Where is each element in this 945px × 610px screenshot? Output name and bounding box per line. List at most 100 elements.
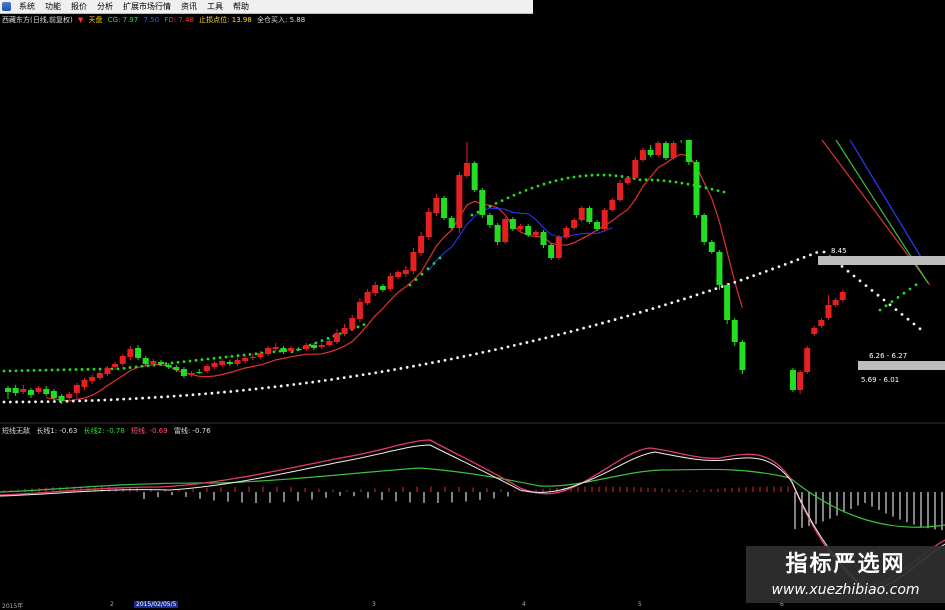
menu-item-tools[interactable]: 工具 (202, 0, 228, 13)
candle-body (173, 367, 180, 370)
candle-body (326, 341, 333, 345)
menu-item-news[interactable]: 资讯 (176, 0, 202, 13)
menu-item-help[interactable]: 帮助 (228, 0, 254, 13)
candle-body (832, 300, 839, 305)
watermark-url: www.xuezhibiao.com (771, 582, 920, 598)
support-dot-white (796, 258, 800, 262)
candle-body (73, 385, 80, 393)
menu-item-function[interactable]: 功能 (40, 0, 66, 13)
candle-body (811, 328, 818, 334)
support-dot-white (607, 319, 611, 323)
menu-item-system[interactable]: 系统 (14, 0, 40, 13)
support-dot-white (531, 339, 535, 343)
support-dot-white (260, 386, 264, 390)
support-dot-white (689, 295, 693, 299)
app-logo-icon (2, 2, 11, 11)
watermark-title: 指标严选网 (785, 552, 906, 577)
support-dot-green (686, 182, 690, 186)
candle-body (333, 333, 340, 342)
support-dot-green (68, 368, 72, 372)
support-dot-green (362, 323, 366, 327)
menu-item-analysis[interactable]: 分析 (92, 0, 118, 13)
candle-body (448, 218, 455, 228)
date-label-1: 2 (110, 601, 114, 608)
candle-body (5, 388, 11, 392)
candle-body (494, 225, 501, 242)
candle-body (617, 183, 623, 200)
price-label-2-text: 6.26 - 6.27 (869, 352, 908, 360)
candle-body (372, 285, 379, 293)
support-dot-green (620, 175, 624, 178)
indicator-name: 天盘 (88, 16, 103, 24)
chart-info-line: 西藏东方(日线,前复权) ▼ 天盘 CG: 7.97 7.50 FD: 7.48… (2, 15, 308, 25)
support-dot-green (20, 369, 24, 373)
support-dot-white (613, 318, 617, 321)
support-dot-white (336, 377, 340, 380)
menu-item-quote[interactable]: 报价 (66, 0, 92, 13)
price-band-box (818, 256, 945, 265)
support-dot-green (908, 287, 912, 291)
candle-body (318, 345, 325, 347)
support-dot-white (739, 278, 743, 282)
candle-body (647, 150, 654, 155)
support-dot-white (764, 269, 768, 273)
support-dot-green (230, 354, 234, 358)
support-dot-white (185, 393, 189, 397)
watermark: 指标严选网 www.xuezhibiao.com (746, 546, 945, 603)
support-dot-green (26, 369, 30, 372)
support-dot-white (538, 338, 541, 341)
support-dot-green (578, 174, 582, 178)
support-dot-white (449, 357, 453, 361)
date-label-4: 4 (522, 601, 526, 608)
support-dot-green (722, 190, 726, 194)
support-dot-white (116, 398, 119, 401)
candle-body (119, 356, 126, 364)
support-dot-white (876, 293, 880, 297)
support-dot-white (412, 364, 415, 368)
support-dot-green (80, 368, 84, 371)
support-dot-green (896, 296, 900, 299)
support-dot-green (560, 177, 564, 181)
candle-body (441, 198, 448, 218)
menu-item-extended-market[interactable]: 扩展市场行情 (118, 0, 176, 13)
candle-body (571, 220, 578, 228)
support-dot-green (200, 358, 204, 362)
support-dot-white (97, 398, 100, 402)
support-dot-green (566, 176, 570, 180)
support-dot-green (890, 300, 894, 303)
candle-body (502, 219, 509, 242)
support-dot-white (298, 382, 302, 386)
support-dot-green (518, 191, 522, 195)
support-dot-green (500, 199, 504, 203)
support-dot-white (286, 383, 289, 387)
support-dot-green (884, 304, 888, 308)
support-dot-white (594, 323, 598, 327)
candle-body (203, 366, 210, 371)
candle-body (678, 137, 684, 140)
candle-body (89, 377, 96, 381)
support-dot-white (103, 398, 107, 402)
candle-body (471, 163, 478, 190)
support-dot-white (670, 301, 674, 305)
arrow-down-icon: ▼ (77, 16, 84, 24)
support-dot-green (356, 325, 360, 329)
support-dot-green (548, 180, 552, 184)
support-dot-green (674, 180, 678, 184)
candle-body (27, 390, 34, 395)
support-dot-white (27, 400, 31, 404)
support-dot-white (90, 399, 94, 402)
candle-body (188, 373, 195, 375)
candle-body (464, 163, 470, 176)
support-dot-white (311, 380, 315, 384)
support-dot-white (822, 250, 826, 254)
buy-value: 全仓买入: 5.88 (257, 16, 306, 24)
support-dot-white (46, 400, 50, 404)
cg-value: CG: 7.97 (107, 16, 139, 24)
support-dot-green (122, 366, 126, 370)
support-dot-green (470, 213, 474, 217)
support-dot-green (236, 354, 240, 358)
candle-body (433, 198, 440, 213)
support-dot-green (170, 361, 174, 365)
support-dot-green (146, 364, 150, 367)
support-dot-white (191, 393, 195, 397)
